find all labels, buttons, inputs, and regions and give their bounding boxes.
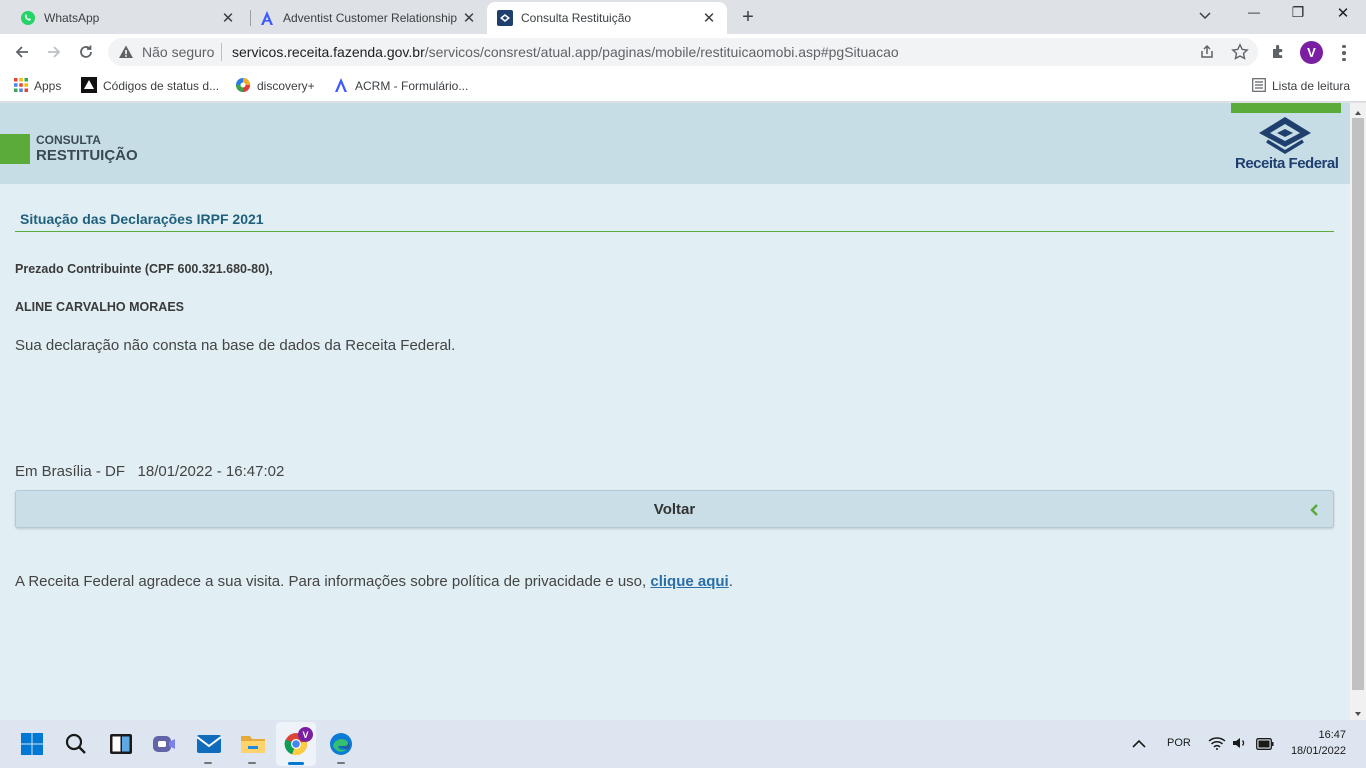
privacy-link[interactable]: clique aqui <box>650 573 728 590</box>
volume-icon[interactable] <box>1232 736 1248 755</box>
bookmarks-bar: Apps Códigos de status d... discovery+ A… <box>0 70 1366 102</box>
menu-icon[interactable] <box>1336 43 1352 63</box>
reload-icon[interactable] <box>74 40 98 64</box>
teams-icon[interactable] <box>148 728 180 760</box>
tab-strip: WhatsApp ✕ Adventist Customer Relationsh… <box>0 0 1366 34</box>
url-path: /servicos/consrest/atual.app/paginas/mob… <box>424 44 899 60</box>
bookmark-label: Códigos de status d... <box>103 79 220 93</box>
star-icon[interactable] <box>1231 43 1249 64</box>
footer-message: A Receita Federal agradece a sua visita.… <box>15 573 651 590</box>
window-close-button[interactable]: ✕ <box>1333 4 1353 24</box>
close-icon[interactable]: ✕ <box>461 9 477 27</box>
header-title: RESTITUIÇÃO <box>36 147 138 164</box>
restore-button[interactable]: ❐ <box>1288 4 1308 24</box>
edge-running-indicator <box>337 762 345 764</box>
acrm-icon <box>333 77 349 96</box>
url-host: servicos.receita.fazenda.gov.br <box>232 44 425 60</box>
search-icon[interactable] <box>60 728 92 760</box>
scrollbar-thumb[interactable] <box>1352 118 1364 690</box>
chrome-profile-badge: V <box>298 727 313 742</box>
new-tab-button[interactable]: + <box>736 5 760 29</box>
minimize-button[interactable]: — <box>1244 5 1264 25</box>
forward-icon[interactable] <box>42 40 66 64</box>
share-icon[interactable] <box>1199 44 1215 63</box>
scroll-down-icon[interactable] <box>1353 706 1363 716</box>
bookmark-label: ACRM - Formulário... <box>355 79 469 93</box>
chrome-taskbar-button[interactable]: V <box>276 722 316 766</box>
taskbar: V POR 16:47 18/01/2022 <box>0 720 1366 768</box>
address-bar[interactable]: Não seguro servicos.receita.fazenda.gov.… <box>108 38 1258 66</box>
back-icon[interactable] <box>10 40 34 64</box>
header-accent-bar <box>0 134 30 164</box>
back-button[interactable]: Voltar <box>15 490 1334 528</box>
discovery-icon <box>235 77 251 96</box>
footer-text: A Receita Federal agradece a sua visita.… <box>15 573 733 590</box>
receita-logo-icon <box>1255 115 1315 155</box>
battery-icon[interactable] <box>1256 737 1274 755</box>
reading-list-button[interactable]: Lista de leitura <box>1252 76 1350 96</box>
wifi-icon[interactable] <box>1208 736 1226 755</box>
scroll-up-icon[interactable] <box>1353 105 1363 115</box>
bookmark-status-codes[interactable]: Códigos de status d... <box>81 76 219 96</box>
bookmark-discovery[interactable]: discovery+ <box>235 76 315 96</box>
language-indicator[interactable]: POR <box>1167 737 1191 749</box>
task-view-icon[interactable] <box>105 728 137 760</box>
footer-period: . <box>728 573 733 590</box>
status-message: Sua declaração não consta na base de dad… <box>15 337 456 354</box>
mail-running-indicator <box>204 762 212 764</box>
greeting-text: Prezado Contribuinte (CPF 600.321.680-80… <box>15 262 273 276</box>
explorer-running-indicator <box>248 762 256 764</box>
tab-search-icon[interactable] <box>1196 6 1214 26</box>
site-header: CONSULTA RESTITUIÇÃO Receita Federal <box>0 103 1350 184</box>
tab-acrm[interactable]: Adventist Customer Relationship ✕ <box>249 2 487 34</box>
page-content: CONSULTA RESTITUIÇÃO Receita Federal Sit… <box>0 103 1350 720</box>
header-subtitle: CONSULTA <box>36 133 101 147</box>
tab-title: WhatsApp <box>44 11 100 25</box>
back-button-label: Voltar <box>653 501 696 518</box>
edge-icon[interactable] <box>325 728 357 760</box>
close-icon[interactable]: ✕ <box>701 9 717 27</box>
reading-list-icon <box>1252 77 1266 95</box>
profile-avatar[interactable]: V <box>1300 41 1323 64</box>
bookmark-label: Apps <box>34 79 62 93</box>
bookmark-apps[interactable]: Apps <box>14 76 61 96</box>
acrm-icon <box>259 10 275 26</box>
apps-icon <box>14 77 28 95</box>
clock-time[interactable]: 16:47 <box>1280 729 1346 741</box>
bookmark-acrm[interactable]: ACRM - Formulário... <box>333 76 468 96</box>
chevron-left-icon <box>1309 503 1319 521</box>
security-label[interactable]: Não seguro <box>142 44 214 60</box>
section-title: Situação das Declarações IRPF 2021 <box>20 211 264 227</box>
tab-consulta[interactable]: Consulta Restituição ✕ <box>487 2 727 34</box>
bookmark-label: discovery+ <box>257 79 315 93</box>
receita-icon <box>497 10 513 26</box>
status-codes-icon <box>81 76 97 96</box>
explorer-icon[interactable] <box>237 728 269 760</box>
url-divider <box>221 43 222 61</box>
mail-icon[interactable] <box>193 728 225 760</box>
place-date: Em Brasília - DF 18/01/2022 - 16:47:02 <box>15 463 285 480</box>
clock-date[interactable]: 18/01/2022 <box>1276 745 1346 757</box>
windows-start-icon[interactable] <box>16 728 48 760</box>
warning-icon[interactable] <box>118 44 134 63</box>
chevron-up-icon[interactable] <box>1132 736 1146 754</box>
extensions-icon[interactable] <box>1270 42 1290 62</box>
whatsapp-icon <box>20 10 36 26</box>
tab-whatsapp[interactable]: WhatsApp ✕ <box>10 2 246 34</box>
receita-logo-text: Receita Federal <box>1235 155 1339 172</box>
logo-accent-bar <box>1231 103 1341 113</box>
tab-title: Consulta Restituição <box>521 11 632 25</box>
reading-list-label: Lista de leitura <box>1272 79 1351 93</box>
taxpayer-name: ALINE CARVALHO MORAES <box>15 300 184 314</box>
tab-title: Adventist Customer Relationship <box>283 11 458 25</box>
section-divider <box>15 231 1334 232</box>
close-icon[interactable]: ✕ <box>220 9 236 27</box>
chrome-active-indicator <box>288 762 304 765</box>
